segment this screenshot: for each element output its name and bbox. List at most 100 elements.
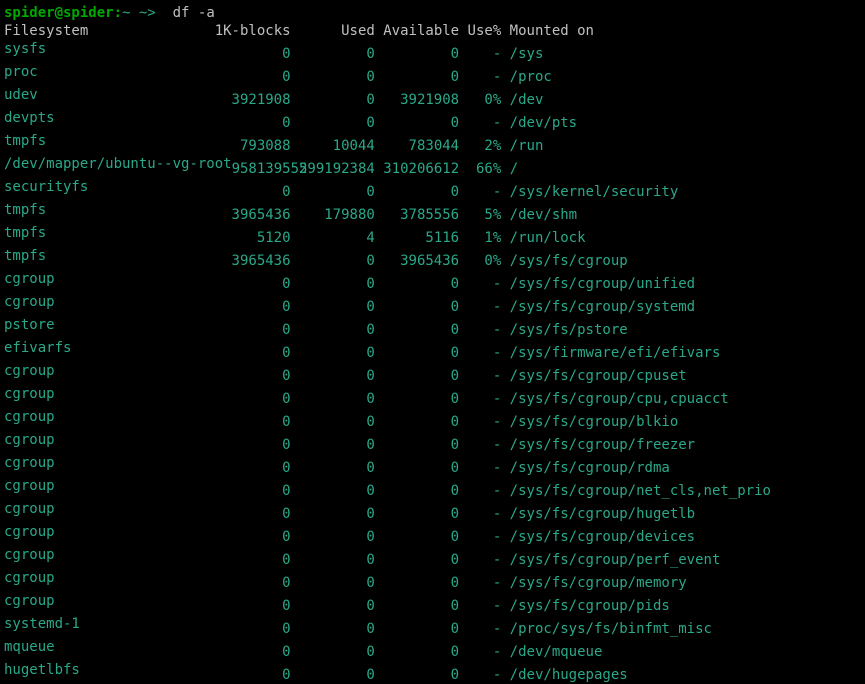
cell-fs: cgroup (4, 477, 215, 495)
cell-fs: devpts (4, 109, 215, 127)
cell-mnt: /sys/fs/cgroup/unified (501, 275, 695, 293)
cell-fs: tmpfs (4, 224, 215, 242)
df-row: tmpfs396543617988037855565%/dev/shm (4, 201, 861, 224)
cell-mnt: /dev/mqueue (501, 643, 602, 661)
cell-used: 0 (291, 321, 375, 339)
df-row: tmpfs5120451161%/run/lock (4, 224, 861, 247)
cell-used: 179880 (291, 206, 375, 224)
cell-avail: 0 (375, 367, 459, 385)
df-row: tmpfs793088100447830442%/run (4, 132, 861, 155)
cell-avail: 0 (375, 505, 459, 523)
cell-fs: cgroup (4, 592, 215, 610)
df-row: /dev/mapper/ubuntu--vg-root9581395525991… (4, 155, 861, 178)
cell-usep: 5% (459, 206, 501, 224)
cell-used: 0 (291, 252, 375, 270)
cell-mnt: /sys/fs/cgroup/perf_event (501, 551, 720, 569)
cell-blocks: 0 (215, 45, 291, 63)
cell-usep: - (459, 275, 501, 293)
cell-blocks: 0 (215, 597, 291, 615)
cell-avail: 0 (375, 482, 459, 500)
cell-fs: cgroup (4, 546, 215, 564)
cell-blocks: 0 (215, 643, 291, 661)
cell-blocks: 3921908 (215, 91, 291, 109)
cell-used: 0 (291, 68, 375, 86)
prompt-sep: : (114, 5, 122, 21)
prompt-arrow: ~> (130, 5, 164, 21)
cell-blocks: 0 (215, 574, 291, 592)
cell-fs: cgroup (4, 431, 215, 449)
cell-blocks: 0 (215, 413, 291, 431)
cell-mnt: /sys/fs/cgroup/blkio (501, 413, 678, 431)
cell-fs: sysfs (4, 40, 215, 58)
cell-avail: 3785556 (375, 206, 459, 224)
cell-fs: hugetlbfs (4, 661, 215, 679)
cell-avail: 5116 (375, 229, 459, 247)
cell-usep: - (459, 459, 501, 477)
cell-blocks: 5120 (215, 229, 291, 247)
df-row: cgroup000-/sys/fs/cgroup/pids (4, 592, 861, 615)
df-row: cgroup000-/sys/fs/cgroup/blkio (4, 408, 861, 431)
cell-avail: 0 (375, 643, 459, 661)
cell-mnt: /run (501, 137, 543, 155)
cell-blocks: 0 (215, 436, 291, 454)
shell-prompt[interactable]: spider@spider:~ ~> df -a (4, 4, 861, 22)
cell-blocks: 0 (215, 183, 291, 201)
cell-usep: 2% (459, 137, 501, 155)
cell-mnt: /sys/fs/cgroup/pids (501, 597, 670, 615)
cell-usep: - (459, 413, 501, 431)
cell-used: 0 (291, 367, 375, 385)
cell-blocks: 0 (215, 666, 291, 684)
cell-usep: 1% (459, 229, 501, 247)
cell-blocks: 0 (215, 367, 291, 385)
cell-used: 599192384 (291, 160, 375, 178)
cell-mnt: /sys/firmware/efi/efivars (501, 344, 720, 362)
cell-usep: - (459, 390, 501, 408)
cell-avail: 0 (375, 68, 459, 86)
cell-used: 0 (291, 275, 375, 293)
cell-blocks: 0 (215, 68, 291, 86)
cell-usep: - (459, 528, 501, 546)
cell-usep: - (459, 482, 501, 500)
cell-usep: 66% (459, 160, 501, 178)
cell-fs: proc (4, 63, 215, 81)
cell-used: 0 (291, 45, 375, 63)
cell-used: 0 (291, 551, 375, 569)
cell-used: 0 (291, 620, 375, 638)
df-row: udev3921908039219080%/dev (4, 86, 861, 109)
cell-usep: - (459, 551, 501, 569)
cell-blocks: 0 (215, 114, 291, 132)
header-used: Used (291, 22, 375, 40)
cell-fs: cgroup (4, 408, 215, 426)
cell-avail: 0 (375, 597, 459, 615)
df-row: sysfs000-/sys (4, 40, 861, 63)
cell-used: 0 (291, 643, 375, 661)
cell-avail: 0 (375, 528, 459, 546)
cell-blocks: 0 (215, 390, 291, 408)
cell-usep: - (459, 666, 501, 684)
cell-avail: 0 (375, 574, 459, 592)
cell-avail: 783044 (375, 137, 459, 155)
cell-mnt: /sys/fs/cgroup (501, 252, 627, 270)
cell-blocks: 958139552 (232, 160, 291, 178)
cell-fs: cgroup (4, 293, 215, 311)
cell-used: 0 (291, 597, 375, 615)
cell-fs: cgroup (4, 385, 215, 403)
df-row: cgroup000-/sys/fs/cgroup/systemd (4, 293, 861, 316)
cell-avail: 0 (375, 183, 459, 201)
cell-used: 0 (291, 459, 375, 477)
cell-blocks: 0 (215, 344, 291, 362)
cell-avail: 0 (375, 436, 459, 454)
cell-blocks: 0 (215, 528, 291, 546)
df-row: cgroup000-/sys/fs/cgroup/hugetlb (4, 500, 861, 523)
cell-fs: mqueue (4, 638, 215, 656)
cell-blocks: 0 (215, 505, 291, 523)
cell-blocks: 793088 (215, 137, 291, 155)
cell-mnt: /sys/fs/cgroup/net_cls,net_prio (501, 482, 771, 500)
cell-usep: - (459, 505, 501, 523)
cell-blocks: 0 (215, 321, 291, 339)
cell-blocks: 0 (215, 620, 291, 638)
cell-usep: - (459, 45, 501, 63)
cell-blocks: 0 (215, 298, 291, 316)
cell-blocks: 3965436 (215, 252, 291, 270)
cell-fs: efivarfs (4, 339, 215, 357)
